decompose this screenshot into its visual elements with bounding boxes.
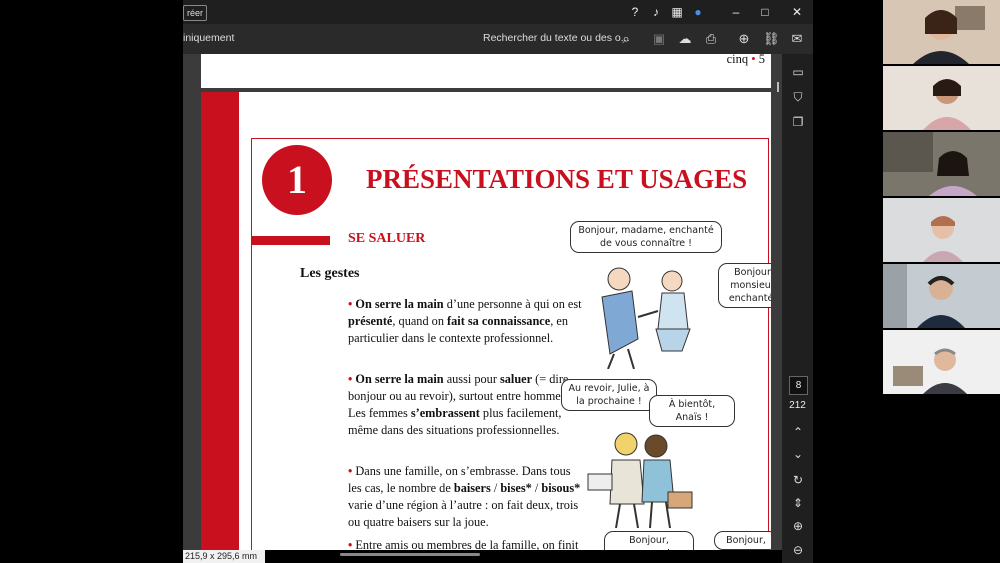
bold-term: fait sa connaissance (447, 314, 551, 328)
bell-icon[interactable]: ♪ (648, 4, 664, 20)
page-footer: cinq • 5 (726, 54, 765, 66)
paragraph: • Entre amis ou membres de la famille, o… (348, 537, 583, 550)
page-up-icon[interactable]: ⌃ (790, 424, 806, 440)
browser-icon[interactable]: ● (690, 4, 706, 20)
total-pages: 212 (789, 400, 806, 411)
bold-term: On serre la main (355, 297, 444, 311)
video-tile[interactable] (883, 0, 1000, 64)
bold-term: baisers (453, 481, 491, 495)
text-run: d’une personne à qui on est (443, 297, 582, 311)
previous-page: cinq • 5 (201, 54, 771, 88)
bold-term: saluer (499, 372, 533, 386)
maximize-icon[interactable]: □ (757, 4, 773, 20)
bookmark-icon[interactable]: ⛉ (790, 89, 806, 105)
text-run: aussi pour (443, 372, 500, 386)
refresh-icon[interactable]: ↻ (790, 472, 806, 488)
title-bar: réer ? ♪ ▦ ● – □ ✕ (183, 0, 813, 24)
current-page: 1 PRÉSENTATIONS ET USAGES SE SALUER Les … (201, 92, 771, 550)
document-viewport[interactable]: cinq • 5 1 PRÉSENTATIONS ET USAGES SE SA… (183, 54, 782, 550)
text-run: / (531, 481, 542, 495)
zoom-out-icon[interactable]: ⊖ (790, 542, 806, 558)
paragraph: • On serre la main aussi pour saluer (= … (348, 371, 583, 439)
video-tile[interactable] (883, 66, 1000, 130)
speech-bubble: Bonjour, madame, enchanté de vous connaî… (570, 221, 722, 253)
current-page-input[interactable]: 8 (789, 376, 808, 395)
create-button[interactable]: réer (183, 5, 208, 21)
zoom-in-icon[interactable]: ⊕ (790, 518, 806, 534)
page-footer-number: 5 (758, 54, 765, 66)
minimize-icon[interactable]: – (728, 4, 744, 20)
text-run: , quand on (392, 314, 448, 328)
scroll-indicator[interactable] (777, 82, 779, 92)
link-icon[interactable]: ⛓ (763, 31, 780, 47)
paragraph: • Dans une famille, on s’embrasse. Dans … (348, 463, 583, 531)
greeting-illustration (587, 432, 693, 529)
upload-icon[interactable]: ☁ (677, 31, 693, 47)
chapter-frame: 1 PRÉSENTATIONS ET USAGES SE SALUER Les … (251, 138, 771, 550)
text-run: varie d’une région à l’autre : on fait d… (348, 498, 579, 529)
page-down-icon[interactable]: ⌄ (790, 446, 806, 462)
save-icon[interactable]: ▣ (651, 31, 667, 47)
apps-grid-icon[interactable]: ▦ (669, 4, 685, 20)
video-tile[interactable] (883, 198, 1000, 262)
close-icon[interactable]: ✕ (789, 4, 805, 20)
chapter-number-badge: 1 (262, 145, 332, 215)
right-tools-panel: ▭ ⛉ ❐ 8 212 ⌃ ⌄ ↻ ⇕ ⊕ ⊖ (782, 54, 813, 563)
page-size-status: 215,9 x 295,6 mm (183, 550, 265, 563)
bold-term: s’embrassent (410, 406, 480, 420)
search-input[interactable]: Rechercher du texte ou des o... (483, 32, 630, 44)
bold-term: bises* (500, 481, 532, 495)
page-margin-bar (201, 92, 239, 550)
video-tile[interactable] (883, 132, 1000, 196)
speech-bubble: Bonjour, monsieur, enchantée (718, 263, 771, 308)
email-icon[interactable]: ✉ (789, 31, 805, 47)
help-icon[interactable]: ? (627, 4, 643, 20)
bold-term: présenté (348, 314, 393, 328)
handshake-illustration (601, 267, 691, 369)
speech-bubble: Au revoir, Julie, à la prochaine ! (561, 379, 657, 411)
comment-icon[interactable]: ▭ (790, 64, 806, 80)
chapter-title: PRÉSENTATIONS ET USAGES (366, 164, 748, 194)
bold-term: bisous* (541, 481, 581, 495)
view-mode-label[interactable]: iniquement (183, 32, 234, 44)
paragraph: • On serre la main d’une personne à qui … (348, 296, 583, 347)
section-bar (252, 236, 330, 245)
share-icon[interactable]: ⊕ (736, 31, 752, 47)
search-icon[interactable]: ⌕ (618, 31, 634, 47)
page-footer-word: cinq (726, 54, 749, 66)
pages-icon[interactable]: ❐ (790, 114, 806, 130)
horizontal-scrollbar[interactable] (340, 553, 480, 556)
subsection-title: Les gestes (300, 266, 360, 281)
speech-bubble: À bientôt, Anaïs ! (649, 395, 735, 427)
video-tile[interactable] (883, 264, 1000, 328)
section-title: SE SALUER (348, 231, 426, 246)
text-run: / (490, 481, 501, 495)
text-run: Entre amis ou membres de la famille, on … (355, 538, 579, 550)
video-tile[interactable] (883, 330, 1000, 394)
bold-term: On serre la main (355, 372, 444, 386)
speech-bubble: Bonjour, (714, 531, 771, 550)
fit-page-icon[interactable]: ⇕ (790, 495, 806, 511)
print-icon[interactable]: ⎙ (703, 31, 719, 47)
pdf-toolbar: iniquement Rechercher du texte ou des o.… (183, 24, 813, 55)
